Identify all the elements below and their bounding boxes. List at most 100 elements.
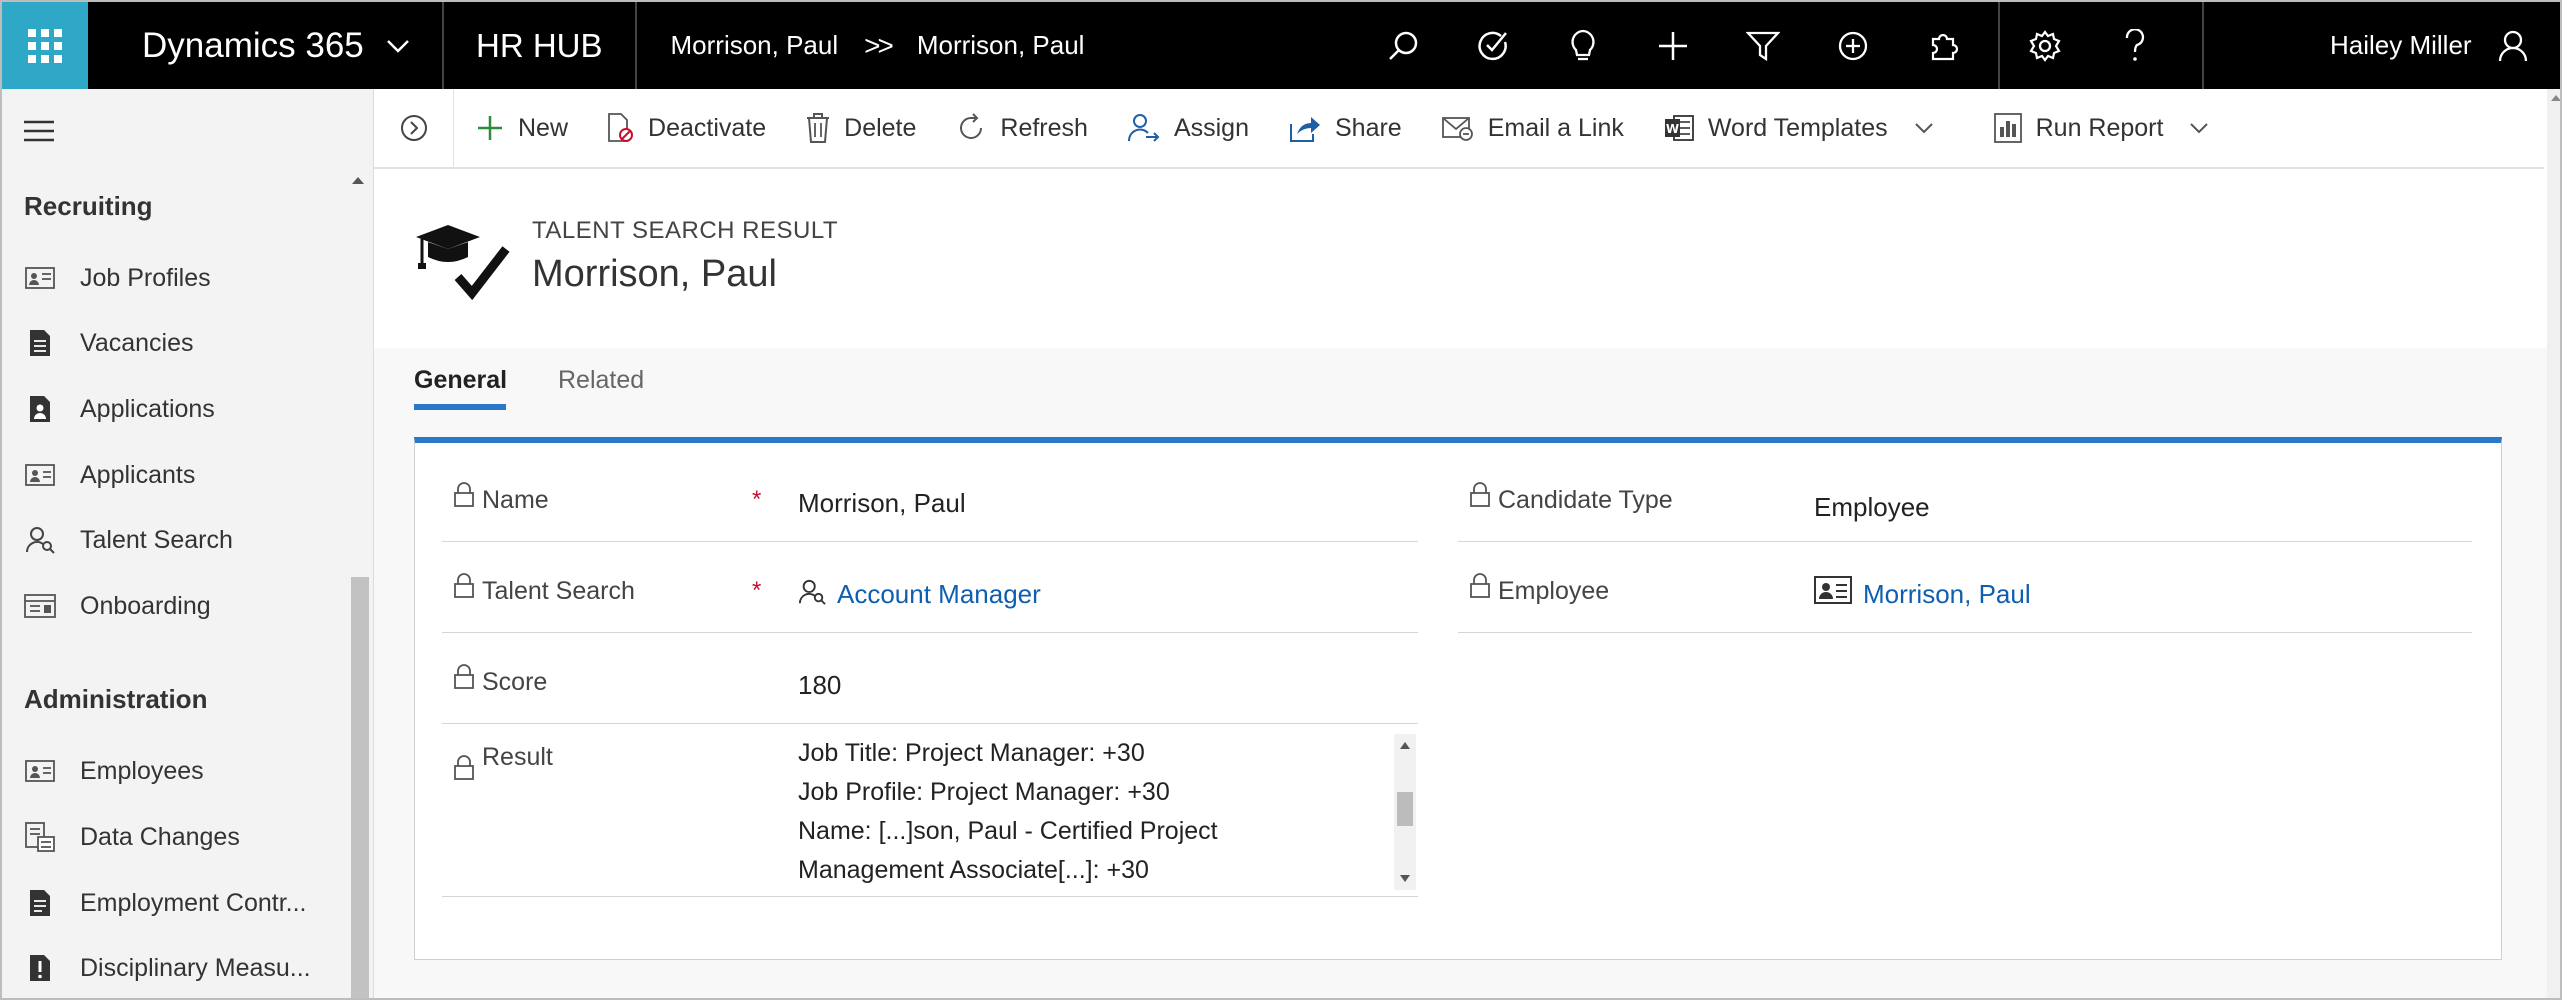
sidebar-item-applicants[interactable]: Applicants: [22, 445, 342, 505]
deactivate-button[interactable]: Deactivate: [588, 89, 786, 167]
global-actions: [1358, 2, 1988, 89]
task-button[interactable]: [1448, 2, 1538, 89]
word-templates-button[interactable]: W Word Templates: [1644, 89, 1954, 167]
result-scrollbar[interactable]: [1394, 734, 1416, 890]
assign-button[interactable]: Assign: [1108, 89, 1269, 167]
scroll-up-arrow[interactable]: [1400, 742, 1410, 749]
puzzle-icon: [1931, 33, 1958, 60]
deactivate-label: Deactivate: [648, 113, 767, 142]
scroll-up-arrow[interactable]: [2551, 95, 2560, 101]
lock-icon: [454, 573, 474, 598]
sidebar-item-label: Applications: [80, 394, 215, 423]
app-name[interactable]: HR HUB: [444, 2, 637, 89]
lock-icon: [1470, 573, 1490, 598]
sidebar-item-disciplinary-measures[interactable]: Disciplinary Measu...: [22, 938, 342, 998]
sidebar-item-employment-contracts[interactable]: Employment Contr...: [22, 873, 342, 933]
search-button[interactable]: [1358, 2, 1448, 89]
circle-plus-icon: [1838, 31, 1868, 60]
sidebar-item-label: Talent Search: [80, 525, 233, 554]
expand-button[interactable]: [374, 89, 454, 167]
product-switcher[interactable]: Dynamics 365: [88, 2, 444, 89]
waffle-icon: [28, 28, 62, 63]
score-value[interactable]: 180: [798, 670, 841, 701]
breadcrumb-item[interactable]: Morrison, Paul: [917, 30, 1085, 61]
sidebar-item-label: Disciplinary Measu...: [80, 953, 311, 982]
contact-card-icon: [25, 464, 55, 486]
name-label: Name: [482, 486, 549, 514]
field-name: Name * Morrison, Paul: [442, 452, 1418, 542]
suggestions-button[interactable]: [1538, 2, 1628, 89]
user-name: Hailey Miller: [2330, 30, 2472, 60]
required-indicator: *: [752, 577, 762, 604]
product-name: Dynamics 365: [142, 25, 364, 65]
email-link-button[interactable]: Email a Link: [1422, 89, 1644, 167]
tab-general[interactable]: General: [414, 366, 507, 395]
talent-search-link[interactable]: Account Manager: [837, 579, 1041, 610]
sidebar-group-recruiting: Recruiting: [24, 191, 153, 222]
tab-related[interactable]: Related: [558, 366, 644, 395]
name-value[interactable]: Morrison, Paul: [798, 488, 966, 519]
scroll-down-arrow[interactable]: [1400, 875, 1410, 882]
sidebar-scrollbar-thumb[interactable]: [351, 577, 369, 998]
new-button[interactable]: New: [454, 89, 588, 167]
employee-label: Employee: [1498, 577, 1610, 605]
delete-button[interactable]: Delete: [786, 89, 936, 167]
scrollbar-thumb[interactable]: [1397, 792, 1413, 826]
report-icon: [1993, 113, 2022, 143]
sidebar-item-applications[interactable]: Applications: [22, 379, 342, 439]
record-header: TALENT SEARCH RESULT Morrison, Paul: [374, 171, 2547, 348]
sidebar-item-label: Vacancies: [80, 328, 194, 357]
chevron-down-icon: [2190, 123, 2209, 134]
contact-card-icon: [25, 760, 55, 782]
command-bar: New Deactivate Delete Refresh Assign Sha…: [374, 89, 2544, 169]
onboarding-icon: [24, 594, 56, 618]
candidate-type-label: Candidate Type: [1498, 486, 1673, 514]
app-launcher-button[interactable]: [2, 2, 88, 89]
new-label: New: [518, 113, 569, 142]
result-textarea[interactable]: Job Title: Project Manager: +30 Job Prof…: [798, 734, 1388, 894]
sidebar-item-data-changes[interactable]: Data Changes: [22, 807, 342, 867]
settings-button[interactable]: [2000, 2, 2090, 89]
field-score: Score 180: [442, 634, 1418, 724]
field-candidate-type: Candidate Type Employee: [1458, 452, 2472, 542]
user-menu[interactable]: Hailey Miller: [2202, 2, 2560, 89]
quick-create-button[interactable]: [1808, 2, 1898, 89]
sidebar-item-employees[interactable]: Employees: [22, 741, 342, 801]
employee-link[interactable]: Morrison, Paul: [1863, 579, 2031, 610]
sidebar-item-job-profiles[interactable]: Job Profiles: [22, 248, 342, 308]
sidebar-item-onboarding[interactable]: Onboarding: [22, 576, 342, 636]
plus-icon: [478, 116, 502, 140]
candidate-type-value[interactable]: Employee: [1814, 492, 1930, 523]
share-button[interactable]: Share: [1269, 89, 1422, 167]
sidebar-group-administration: Administration: [24, 684, 207, 715]
top-bar: Dynamics 365 HR HUB Morrison, Paul >> Mo…: [2, 2, 2560, 89]
svg-text:W: W: [1666, 122, 1679, 136]
breadcrumb-item[interactable]: Morrison, Paul: [671, 30, 839, 61]
field-employee: Employee Morrison, Paul: [1458, 543, 2472, 633]
sidebar-item-label: Employees: [80, 756, 204, 785]
lock-icon: [454, 482, 474, 507]
sidebar-toggle-button[interactable]: [22, 119, 56, 148]
sidebar-item-talent-search[interactable]: Talent Search: [22, 510, 342, 570]
refresh-label: Refresh: [1000, 113, 1088, 142]
page-scrollbar[interactable]: [2547, 89, 2560, 998]
exclamation-doc-icon: [30, 955, 50, 981]
extensions-button[interactable]: [1898, 2, 1988, 89]
result-line: Job Profile: Project Manager: +30: [798, 778, 1170, 806]
run-report-button[interactable]: Run Report: [1954, 89, 2230, 167]
sidebar-item-vacancies[interactable]: Vacancies: [22, 313, 342, 373]
entity-type-label: TALENT SEARCH RESULT: [532, 217, 839, 244]
share-label: Share: [1335, 113, 1402, 142]
filter-button[interactable]: [1718, 2, 1808, 89]
score-label: Score: [482, 668, 548, 696]
refresh-button[interactable]: Refresh: [936, 89, 1108, 167]
document-icon: [30, 330, 50, 356]
new-record-button[interactable]: [1628, 2, 1718, 89]
sidebar-scroll-up[interactable]: [352, 177, 364, 184]
result-line: Management Associate[...]: +30: [798, 856, 1149, 884]
chevron-down-icon: [1914, 123, 1933, 134]
help-button[interactable]: [2090, 2, 2180, 89]
help-icon: [2125, 28, 2145, 61]
result-line: Job Title: Project Manager: +30: [798, 739, 1145, 767]
word-icon: W: [1664, 115, 1694, 141]
